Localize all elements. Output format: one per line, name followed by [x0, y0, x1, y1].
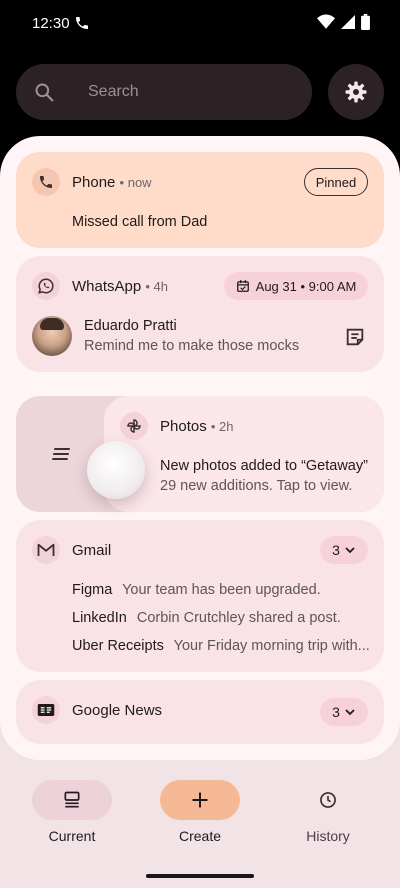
- mail-subject: Your team has been upgraded.: [122, 582, 321, 598]
- notification-header: Phone • now: [72, 174, 152, 191]
- notification-header: WhatsApp • 4h: [72, 278, 168, 295]
- nav-create[interactable]: Create: [160, 780, 240, 850]
- nav-history-label: History: [306, 828, 350, 844]
- phone-icon: [40, 176, 52, 188]
- phone-app-icon: [32, 168, 60, 196]
- pinned-badge[interactable]: Pinned: [304, 168, 368, 196]
- notification-text: Missed call from Dad: [72, 214, 208, 230]
- calendar-icon: [236, 280, 249, 292]
- photos-notification[interactable]: Photos • 2h New photos added to “Getaway…: [104, 396, 384, 512]
- expand-count-chip[interactable]: 3: [320, 536, 368, 564]
- whatsapp-icon: [38, 278, 54, 294]
- phone-call-status-icon: [76, 17, 88, 29]
- mail-subject: Corbin Crutchley shared a post.: [136, 610, 341, 626]
- wifi-icon: [317, 14, 335, 29]
- sender-name: Eduardo Pratti: [84, 318, 177, 334]
- plus-icon: [192, 792, 208, 808]
- whatsapp-notification[interactable]: WhatsApp • 4h Aug 31 • 9:00 AM Eduardo P…: [16, 256, 384, 372]
- clock-icon: [320, 792, 336, 808]
- list-item[interactable]: Figma Your team has been upgraded.: [72, 582, 372, 598]
- notification-header: Photos • 2h: [160, 418, 234, 435]
- note-icon[interactable]: [344, 326, 366, 348]
- separator: •: [119, 175, 128, 190]
- status-time: 12:30: [32, 15, 70, 32]
- menu-lines-icon: [52, 448, 70, 460]
- gesture-handle[interactable]: [146, 874, 254, 878]
- nav-current[interactable]: Current: [32, 780, 112, 850]
- app-name: Phone: [72, 174, 116, 191]
- whatsapp-app-icon: [32, 272, 60, 300]
- avatar: [32, 316, 72, 356]
- app-name: Google News: [72, 702, 163, 719]
- google-news-app-icon: [32, 696, 60, 724]
- app-name: Photos: [160, 418, 207, 435]
- app-name: Gmail: [72, 542, 112, 559]
- nav-history-pill: [288, 780, 368, 820]
- nav-create-label: Create: [178, 828, 222, 844]
- list-item[interactable]: Uber Receipts Your Friday morning trip w…: [72, 638, 372, 654]
- bottom-navigation: Current Create History: [0, 760, 400, 888]
- search-placeholder: Search: [88, 83, 139, 100]
- gmail-icon: [37, 543, 55, 556]
- separator: •: [210, 419, 220, 434]
- list-item[interactable]: LinkedIn Corbin Crutchley shared a post.: [72, 610, 372, 626]
- gear-icon: [345, 81, 367, 103]
- mail-sender: Uber Receipts: [72, 638, 164, 654]
- photos-app-icon: [120, 412, 148, 440]
- search-bar[interactable]: Search: [16, 64, 312, 120]
- news-icon: [37, 704, 55, 716]
- chevron-down-icon: [345, 547, 355, 554]
- drag-handle[interactable]: [87, 441, 145, 499]
- mail-sender: LinkedIn: [72, 610, 127, 626]
- age: 4h: [153, 279, 169, 294]
- nav-history[interactable]: History: [288, 780, 368, 850]
- count: 3: [332, 704, 340, 720]
- nav-create-pill: [160, 780, 240, 820]
- mail-subject: Your Friday morning trip with...: [173, 638, 370, 654]
- count: 3: [332, 542, 340, 558]
- mail-sender: Figma: [72, 582, 113, 598]
- app-name: WhatsApp: [72, 278, 142, 295]
- expand-count-chip[interactable]: 3: [320, 698, 368, 726]
- gmail-notification[interactable]: Gmail 3 Figma Your team has been upgrade…: [16, 520, 384, 672]
- status-bar: 12:30: [0, 0, 400, 48]
- chevron-down-icon: [345, 709, 355, 716]
- nav-current-pill: [32, 780, 112, 820]
- stacked-cards-icon: [64, 791, 80, 808]
- separator: •: [145, 279, 154, 294]
- age: now: [127, 175, 152, 190]
- reminder-chip[interactable]: Aug 31 • 9:00 AM: [224, 272, 368, 300]
- search-icon: [35, 83, 54, 102]
- age: 2h: [219, 419, 234, 434]
- gmail-app-icon: [32, 536, 60, 564]
- notification-text: 29 new additions. Tap to view.: [160, 478, 353, 494]
- settings-button[interactable]: [328, 64, 384, 120]
- reminder-text: Aug 31 • 9:00 AM: [255, 278, 357, 294]
- battery-icon: [361, 14, 370, 30]
- nav-current-label: Current: [48, 828, 96, 844]
- phone-notification[interactable]: Phone • now Pinned Missed call from Dad: [16, 152, 384, 248]
- message-text: Remind me to make those mocks: [84, 338, 300, 354]
- notification-title: New photos added to “Getaway”: [160, 458, 368, 474]
- pinwheel-icon: [127, 419, 141, 433]
- signal-icon: [341, 15, 355, 29]
- google-news-notification[interactable]: Google News 3: [16, 680, 384, 744]
